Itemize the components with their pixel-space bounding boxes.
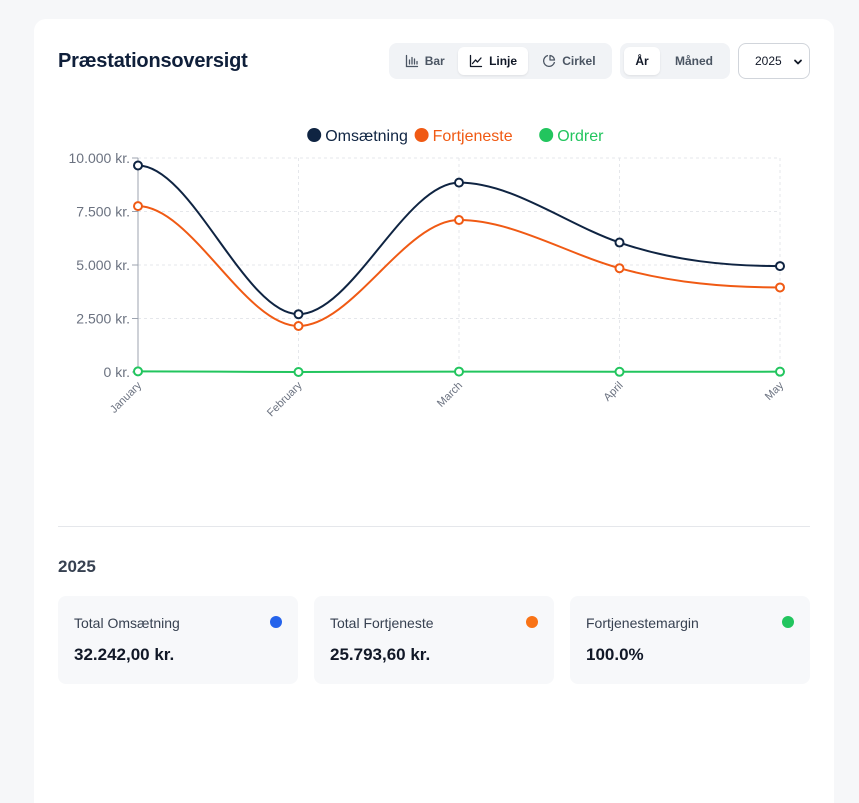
y-tick-label: 7.500 kr.: [76, 204, 130, 220]
data-point: [775, 366, 785, 377]
data-point: [133, 160, 143, 171]
stat-dot: [526, 616, 538, 628]
data-point: [614, 366, 625, 377]
line-chart: 10.000 kr. 7.500 kr. 5.000 kr. 2.500 kr. 0 k…: [34, 19, 834, 439]
data-point: [614, 237, 625, 248]
stat-label: Total Fortjeneste: [330, 615, 434, 631]
data-point: [293, 367, 304, 377]
stat-label: Total Omsætning: [74, 615, 180, 631]
stat-value: 25.793,60 kr.: [330, 645, 431, 664]
legend-label: Ordrer: [557, 128, 604, 145]
data-point: [775, 261, 785, 272]
data-point: [454, 177, 464, 188]
x-tick-label: May: [763, 379, 787, 403]
data-point: [133, 366, 143, 377]
y-tick-label: 2.500 kr.: [76, 311, 130, 327]
y-tick-label: 0 kr.: [104, 364, 130, 380]
legend-label: Omsætning: [325, 128, 408, 145]
stat-card-total-profit: Total Fortjeneste 25.793,60 kr.: [314, 596, 554, 684]
summary-year: 2025: [58, 557, 96, 576]
x-tick-label: April: [602, 380, 626, 404]
stat-value: 100.0%: [586, 645, 644, 664]
data-point: [454, 215, 464, 226]
data-point: [133, 201, 143, 212]
data-point: [293, 309, 304, 320]
x-tick-label: January: [108, 379, 145, 416]
legend-marker: [539, 128, 554, 142]
data-point: [614, 263, 625, 274]
legend-marker: [307, 128, 322, 142]
legend-label: Fortjeneste: [433, 128, 513, 145]
stat-card-profit-margin: Fortjenestemargin 100.0%: [570, 596, 810, 684]
legend-marker: [414, 128, 429, 142]
stat-dot: [782, 616, 794, 628]
stat-label: Fortjenestemargin: [586, 615, 699, 631]
data-point: [775, 282, 785, 293]
y-tick-label: 10.000 kr.: [69, 150, 131, 166]
x-tick-label: March: [435, 380, 465, 410]
stat-card-total-revenue: Total Omsætning 32.242,00 kr.: [58, 596, 298, 684]
stat-dot: [270, 616, 282, 628]
stat-value: 32.242,00 kr.: [74, 645, 175, 664]
y-tick-label: 5.000 kr.: [76, 257, 130, 273]
performance-card: Præstationsoversigt Bar Linje Cirkel År …: [34, 19, 834, 803]
data-point: [293, 320, 304, 331]
x-tick-label: February: [265, 379, 305, 419]
data-point: [454, 366, 464, 377]
divider: [58, 526, 810, 527]
line-chart-svg: 10.000 kr. 7.500 kr. 5.000 kr. 2.500 kr. 0 k…: [69, 128, 787, 419]
